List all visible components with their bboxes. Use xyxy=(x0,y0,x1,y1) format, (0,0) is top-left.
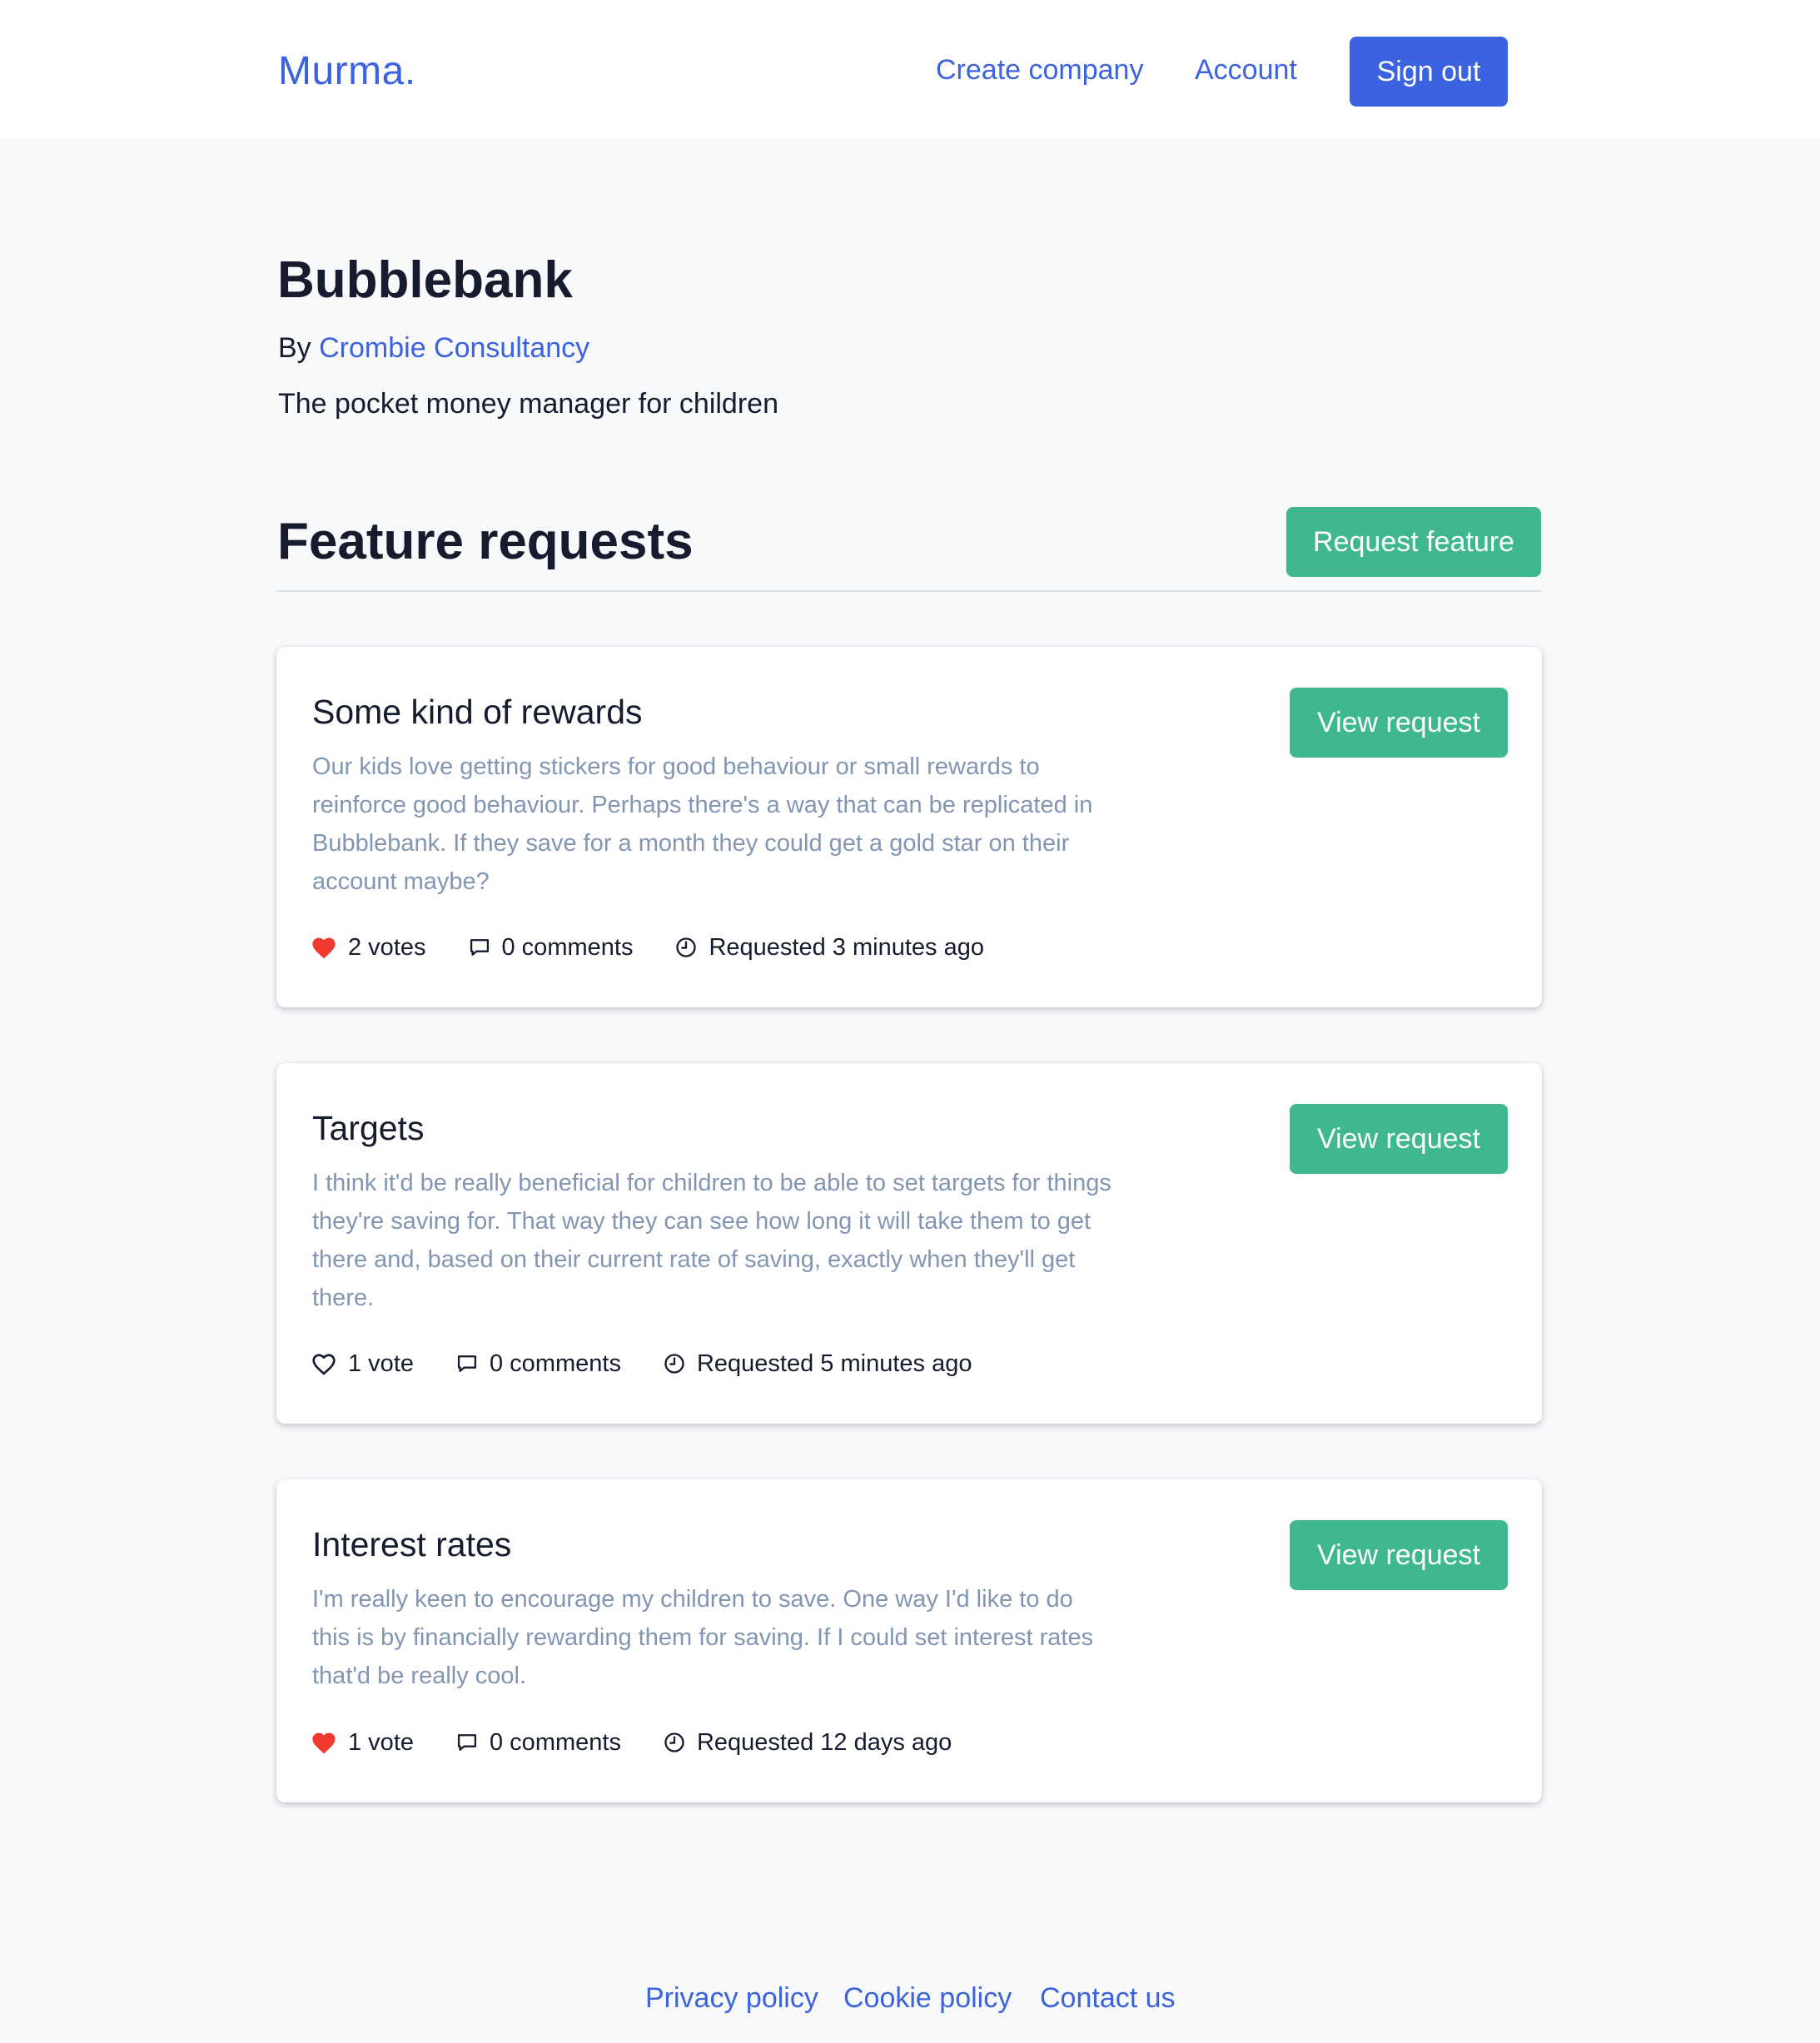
comments-info: 0 comments xyxy=(468,931,634,964)
request-title: Targets xyxy=(312,1109,425,1147)
request-description: Our kids love getting stickers for good … xyxy=(312,753,1093,895)
request-feature-button[interactable]: Request feature xyxy=(1286,507,1541,577)
request-meta: 2 votes 0 comments Requested 3 minutes a… xyxy=(311,931,1026,964)
comment-icon xyxy=(455,1731,490,1754)
vote-count: 2 votes xyxy=(348,934,426,961)
company-tagline: The pocket money manager for children xyxy=(278,388,778,420)
requested-time: Requested 12 days ago xyxy=(663,1726,952,1759)
vote-toggle[interactable]: 1 vote xyxy=(311,1726,414,1759)
request-title: Some kind of rewards xyxy=(312,693,643,731)
comments-info: 0 comments xyxy=(455,1726,621,1759)
footer-privacy-link[interactable]: Privacy policy xyxy=(645,1980,818,2016)
request-meta: 1 vote 0 comments Requested 5 minutes ag… xyxy=(311,1347,1013,1380)
requested-time-label: Requested 3 minutes ago xyxy=(709,934,984,961)
comment-icon xyxy=(455,1352,490,1375)
sign-out-button[interactable]: Sign out xyxy=(1350,37,1508,107)
nav-create-company-link[interactable]: Create company xyxy=(936,52,1143,88)
heart-filled-icon xyxy=(311,935,348,960)
feature-request-card: Targets I think it'd be really beneficia… xyxy=(276,1063,1542,1424)
vote-count: 1 vote xyxy=(348,1729,414,1756)
vote-toggle[interactable]: 2 votes xyxy=(311,931,426,964)
request-description: I'm really keen to encourage my children… xyxy=(312,1586,1094,1689)
comment-count: 0 comments xyxy=(501,934,634,961)
view-request-button[interactable]: View request xyxy=(1290,1520,1508,1590)
byline-prefix: By xyxy=(278,332,320,364)
feature-requests-heading: Feature requests xyxy=(277,513,694,570)
comment-count: 0 comments xyxy=(490,1350,621,1377)
clock-icon xyxy=(663,1731,697,1754)
requested-time-label: Requested 5 minutes ago xyxy=(696,1350,972,1377)
request-meta: 1 vote 0 comments Requested 12 days ago xyxy=(311,1726,993,1759)
vote-toggle[interactable]: 1 vote xyxy=(311,1347,414,1380)
footer-cookie-link[interactable]: Cookie policy xyxy=(843,1980,1012,2016)
feature-request-card: Interest rates I'm really keen to encour… xyxy=(276,1479,1542,1802)
requested-time: Requested 5 minutes ago xyxy=(663,1347,972,1380)
company-byline: By Crombie Consultancy xyxy=(278,330,589,366)
view-request-button[interactable]: View request xyxy=(1290,1104,1508,1174)
heart-filled-icon xyxy=(311,1730,348,1755)
section-divider xyxy=(276,590,1542,592)
footer-contact-link[interactable]: Contact us xyxy=(1040,1980,1176,2016)
view-request-button[interactable]: View request xyxy=(1290,688,1508,758)
requested-time-label: Requested 12 days ago xyxy=(696,1729,952,1756)
company-owner-link[interactable]: Crombie Consultancy xyxy=(319,332,589,364)
requested-time: Requested 3 minutes ago xyxy=(674,931,984,964)
clock-icon xyxy=(674,936,709,959)
request-title: Interest rates xyxy=(312,1525,512,1563)
comment-icon xyxy=(468,936,502,959)
request-description: I think it'd be really beneficial for ch… xyxy=(312,1170,1111,1311)
heart-outline-icon xyxy=(311,1351,348,1376)
brand-logo[interactable]: Murma. xyxy=(278,47,416,97)
nav-account-link[interactable]: Account xyxy=(1195,52,1297,88)
comment-count: 0 comments xyxy=(490,1729,621,1756)
company-name: Bubblebank xyxy=(277,251,573,309)
vote-count: 1 vote xyxy=(348,1350,414,1377)
feature-request-card: Some kind of rewards Our kids love getti… xyxy=(276,647,1542,1007)
clock-icon xyxy=(663,1352,697,1375)
comments-info: 0 comments xyxy=(455,1347,621,1380)
top-navbar: Murma. Create company Account Sign out xyxy=(0,0,1820,139)
